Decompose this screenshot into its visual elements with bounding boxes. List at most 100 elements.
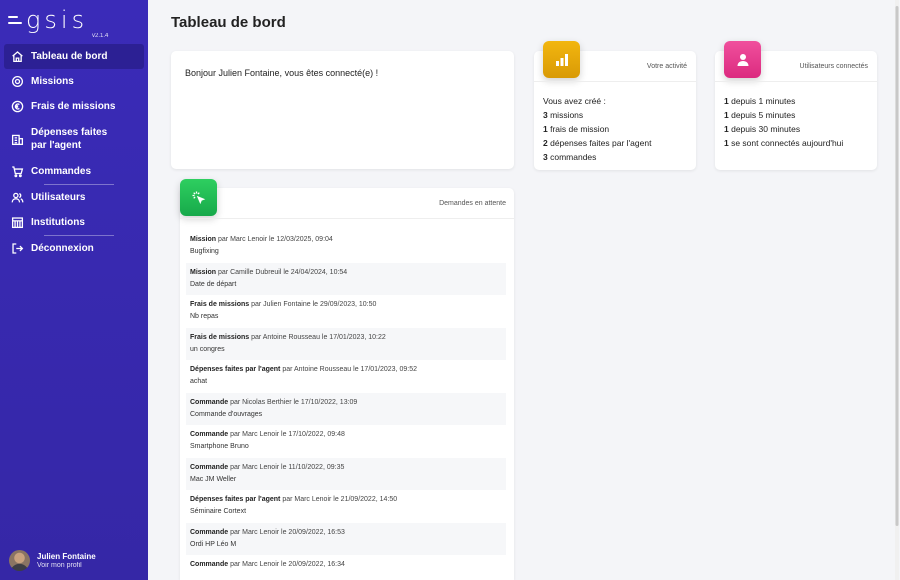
activity-text: frais de mission xyxy=(547,124,610,134)
connected-users-card: Utilisateurs connectés 1 depuis 1 minute… xyxy=(715,41,877,170)
request-type: Commande xyxy=(190,398,229,406)
list-item[interactable]: Commande par Nicolas Berthier le 17/10/2… xyxy=(186,392,506,425)
request-detail: un congres xyxy=(190,345,225,353)
sidebar-item-label: Déconnexion xyxy=(31,243,94,254)
sidebar: gsis v2.1.4 Tableau de bord Missions Fra… xyxy=(0,0,148,580)
sidebar-item-missions[interactable]: Missions xyxy=(4,69,144,94)
sidebar-item-utilisateurs[interactable]: Utilisateurs xyxy=(4,185,144,210)
list-item[interactable]: Mission par Camille Dubreuil le 24/04/20… xyxy=(186,262,506,295)
request-detail: achat xyxy=(190,378,208,385)
request-meta: par Marc Lenoir le 20/09/2022, 16:53 xyxy=(228,528,345,536)
request-detail: Bugfixing xyxy=(190,248,219,255)
sidebar-item-label: Tableau de bord xyxy=(31,51,108,62)
list-item[interactable]: Frais de missions par Julien Fontaine le… xyxy=(186,295,506,328)
user-profile[interactable]: Julien Fontaine Voir mon profil xyxy=(9,550,96,571)
sidebar-item-commandes[interactable]: Commandes xyxy=(4,159,144,184)
list-item[interactable]: Commande par Marc Lenoir le 20/09/2022, … xyxy=(186,522,506,555)
list-item[interactable]: Dépenses faites par l'agent par Antoine … xyxy=(186,360,506,393)
profile-name: Julien Fontaine xyxy=(37,552,96,561)
request-type: Mission xyxy=(190,236,217,243)
sidebar-item-depenses-agent[interactable]: Dépenses faites par l'agent xyxy=(4,119,144,159)
request-type: Commande xyxy=(190,431,229,438)
request-detail: Date de départ xyxy=(190,280,237,288)
request-detail: Smartphone Bruno xyxy=(190,443,249,450)
sidebar-item-institutions[interactable]: Institutions xyxy=(4,210,144,235)
activity-line: 3 missions xyxy=(543,108,651,122)
connected-line: 1 se sont connectés aujourd'hui xyxy=(724,136,843,150)
request-detail: Ordi HP Léo M xyxy=(190,540,237,548)
connected-text: se sont connectés aujourd'hui xyxy=(728,138,844,148)
cart-icon xyxy=(10,165,24,179)
users-icon xyxy=(10,191,24,205)
activity-intro: Vous avez créé : xyxy=(543,96,606,106)
pointer-click-icon xyxy=(180,179,217,216)
request-type: Dépenses faites par l'agent xyxy=(190,366,281,373)
sidebar-item-label: Institutions xyxy=(31,217,85,228)
activity-header: Votre activité xyxy=(646,63,687,70)
list-item[interactable]: Frais de missions par Antoine Rousseau l… xyxy=(186,327,506,360)
connected-text: depuis 5 minutes xyxy=(728,110,796,120)
view-profile-link[interactable]: Voir mon profil xyxy=(37,562,96,569)
connected-line: 1 depuis 5 minutes xyxy=(724,108,843,122)
building-icon xyxy=(10,132,24,146)
connected-text: depuis 1 minutes xyxy=(728,96,796,106)
request-type: Dépenses faites par l'agent xyxy=(190,496,281,503)
sidebar-item-deconnexion[interactable]: Déconnexion xyxy=(4,236,144,261)
institution-icon xyxy=(10,216,24,230)
logo-mark-icon xyxy=(8,16,22,24)
list-item[interactable]: Dépenses faites par l'agent par Marc Len… xyxy=(186,490,506,523)
brand-name: gsis xyxy=(26,6,89,34)
euro-icon xyxy=(10,100,24,114)
request-type: Frais de missions xyxy=(190,301,250,308)
connected-line: 1 depuis 1 minutes xyxy=(724,94,843,108)
list-item[interactable]: Commande par Marc Lenoir le 20/09/2022, … xyxy=(186,555,506,568)
sidebar-item-label: Missions xyxy=(31,76,74,87)
list-item[interactable]: Commande par Marc Lenoir le 17/10/2022, … xyxy=(186,425,506,458)
activity-text: missions xyxy=(547,110,584,120)
request-meta: par Julien Fontaine le 29/09/2023, 10:50 xyxy=(249,301,377,308)
logout-icon xyxy=(10,242,24,256)
list-item[interactable]: Mission par Marc Lenoir le 12/03/2025, 0… xyxy=(186,230,506,263)
connected-line: 1 depuis 30 minutes xyxy=(724,122,843,136)
request-type: Mission xyxy=(190,268,217,276)
list-item[interactable]: Commande par Marc Lenoir le 11/10/2022, … xyxy=(186,457,506,490)
request-detail: Mac JM Weller xyxy=(190,475,237,483)
sidebar-item-frais-de-missions[interactable]: Frais de missions xyxy=(4,94,144,119)
welcome-message: Bonjour Julien Fontaine, vous êtes conne… xyxy=(185,68,379,78)
activity-line: 2 dépenses faites par l'agent xyxy=(543,136,651,150)
card-divider xyxy=(180,218,514,219)
welcome-card: Bonjour Julien Fontaine, vous êtes conne… xyxy=(171,51,514,169)
activity-list: Vous avez créé : 3 missions 1 frais de m… xyxy=(543,94,651,164)
pending-requests-list: Mission par Marc Lenoir le 12/03/2025, 0… xyxy=(186,230,506,568)
card-divider xyxy=(534,81,696,82)
brand-version: v2.1.4 xyxy=(92,33,109,39)
request-meta: par Marc Lenoir le 20/09/2022, 16:34 xyxy=(228,561,345,568)
home-icon xyxy=(10,50,24,64)
bar-chart-icon xyxy=(543,41,580,78)
sidebar-nav: Tableau de bord Missions Frais de missio… xyxy=(4,44,144,261)
activity-text: commandes xyxy=(547,152,597,162)
activity-line: 3 commandes xyxy=(543,150,651,164)
connected-users-list: 1 depuis 1 minutes 1 depuis 5 minutes 1 … xyxy=(724,94,843,150)
request-type: Commande xyxy=(190,561,229,568)
page-title: Tableau de bord xyxy=(171,14,286,31)
activity-card: Votre activité Vous avez créé : 3 missio… xyxy=(534,41,696,170)
request-detail: Commande d'ouvrages xyxy=(190,410,263,418)
sidebar-item-label: Utilisateurs xyxy=(31,192,86,203)
pending-requests-card: Demandes en attente Mission par Marc Len… xyxy=(180,179,514,580)
user-icon xyxy=(724,41,761,78)
request-detail: Séminaire Cortext xyxy=(190,508,247,515)
request-type: Commande xyxy=(190,528,229,536)
activity-text: dépenses faites par l'agent xyxy=(547,138,652,148)
pending-requests-header: Demandes en attente xyxy=(439,200,506,207)
request-meta: par Nicolas Berthier le 17/10/2022, 13:0… xyxy=(228,398,358,406)
target-icon xyxy=(10,75,24,89)
request-type: Commande xyxy=(190,463,229,471)
avatar[interactable] xyxy=(9,550,30,571)
request-meta: par Antoine Rousseau le 17/01/2023, 10:2… xyxy=(249,333,386,341)
sidebar-item-tableau-de-bord[interactable]: Tableau de bord xyxy=(4,44,144,69)
page-scrollbar[interactable] xyxy=(894,0,900,580)
brand-logo[interactable]: gsis v2.1.4 xyxy=(8,6,108,39)
request-meta: par Marc Lenoir le 21/09/2022, 14:50 xyxy=(280,496,398,503)
request-meta: par Marc Lenoir le 17/10/2022, 09:48 xyxy=(228,431,345,438)
